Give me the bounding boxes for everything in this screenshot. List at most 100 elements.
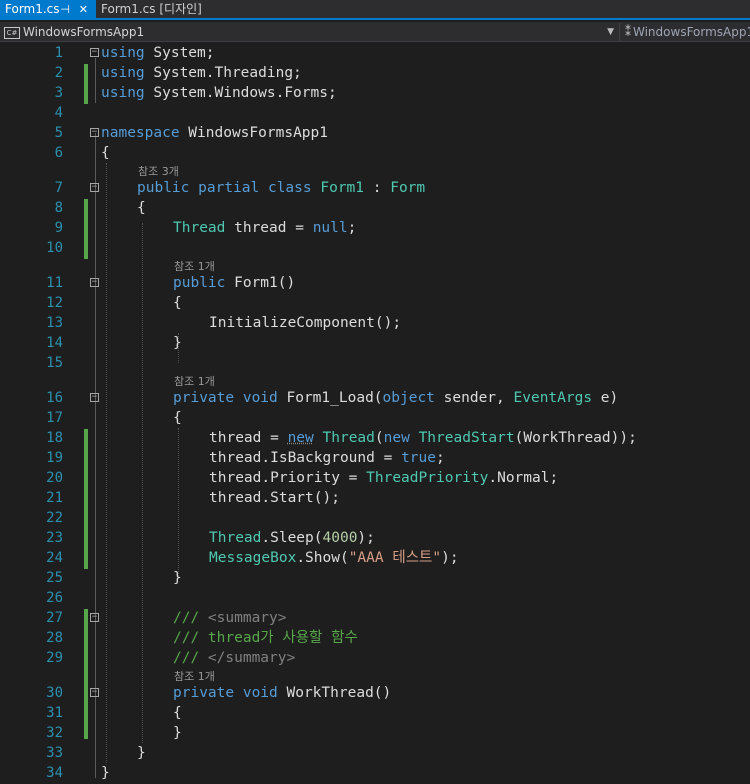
code-line: 29 /// </summary> — [0, 648, 750, 668]
line-number: 29 — [46, 650, 63, 666]
code-text: thread.Start(); — [209, 490, 340, 506]
line-number: 18 — [46, 430, 63, 446]
tab-label: Form1.cs [디자인] — [101, 2, 202, 16]
line-number: 6 — [54, 145, 63, 161]
code-text: using System.Windows.Forms; — [101, 85, 337, 101]
close-icon[interactable]: ✕ — [79, 0, 88, 19]
line-number: 25 — [46, 570, 63, 586]
code-text: public Form1() — [173, 275, 296, 291]
line-number: 13 — [46, 315, 63, 331]
code-line: 8 { — [0, 198, 750, 218]
fold-toggle-icon[interactable]: − — [90, 393, 99, 402]
line-number: 31 — [46, 705, 63, 721]
code-line: 14 } — [0, 333, 750, 353]
line-number: 23 — [46, 530, 63, 546]
code-text: } — [173, 570, 182, 586]
project-dropdown[interactable]: C# WindowsFormsApp1 ▼ — [0, 23, 620, 41]
code-text: } — [101, 765, 110, 781]
code-line: 4 — [0, 103, 750, 123]
codelens-references[interactable]: 참조 1개 — [0, 669, 750, 684]
pin-icon[interactable]: ⊣ — [60, 0, 70, 19]
code-text: } — [173, 335, 182, 351]
code-text: using System.Threading; — [101, 65, 302, 81]
codelens-references[interactable]: 참조 1개 — [0, 374, 750, 389]
code-text: thread.IsBackground = true; — [209, 450, 445, 466]
code-text: { — [137, 200, 146, 216]
line-number: 1 — [54, 45, 63, 61]
line-number: 17 — [46, 410, 63, 426]
line-number: 2 — [54, 65, 63, 81]
code-text: InitializeComponent(); — [209, 315, 402, 331]
project-name: WindowsFormsApp1 — [23, 25, 145, 39]
line-number: 27 — [46, 610, 63, 626]
code-line: 23 Thread.Sleep(4000); — [0, 528, 750, 548]
tab-form1-cs[interactable]: Form1.cs ⊣ ✕ — [0, 0, 96, 19]
code-line: 28 /// thread가 사용할 함수 — [0, 628, 750, 648]
code-line: 25 } — [0, 568, 750, 588]
line-number: 24 — [46, 550, 63, 566]
code-line: 30 − private void WorkThread() — [0, 683, 750, 703]
code-editor[interactable]: 참조 3개 참조 1개 참조 1개 참조 1개 1 − using System… — [0, 43, 750, 784]
code-text: Thread.Sleep(4000); — [209, 530, 375, 546]
type-name: WindowsFormsApp1 — [633, 25, 750, 39]
code-line: 10 — [0, 238, 750, 258]
code-text: { — [101, 145, 110, 161]
line-number: 10 — [46, 240, 63, 256]
code-text: { — [173, 705, 182, 721]
codelens-references[interactable]: 참조 1개 — [0, 259, 750, 274]
code-text: } — [137, 745, 146, 761]
code-line: 19 thread.IsBackground = true; — [0, 448, 750, 468]
codelens-references[interactable]: 참조 3개 — [0, 164, 750, 179]
fold-toggle-icon[interactable]: − — [90, 278, 99, 287]
line-number: 28 — [46, 630, 63, 646]
code-text: /// <summary> — [173, 610, 287, 626]
code-line: 16 − private void Form1_Load(object send… — [0, 388, 750, 408]
code-text: MessageBox.Show("AAA 테스트"); — [209, 550, 459, 566]
line-number: 8 — [54, 200, 63, 216]
line-number: 22 — [46, 510, 63, 526]
code-text: Thread thread = null; — [173, 220, 357, 236]
code-line: 24 MessageBox.Show("AAA 테스트"); — [0, 548, 750, 568]
line-number: 32 — [46, 725, 63, 741]
type-dropdown[interactable]: ⁑ WindowsFormsApp1 — [622, 23, 750, 41]
code-line: 31 { — [0, 703, 750, 723]
code-line: 11 − public Form1() — [0, 273, 750, 293]
line-number: 5 — [54, 125, 63, 141]
fold-toggle-icon[interactable]: − — [90, 613, 99, 622]
line-number: 11 — [46, 275, 63, 291]
line-number: 30 — [46, 685, 63, 701]
line-number: 15 — [46, 355, 63, 371]
code-line: 34 } — [0, 763, 750, 783]
code-line: 15 — [0, 353, 750, 373]
code-line: 33 } — [0, 743, 750, 763]
fold-toggle-icon[interactable]: − — [90, 48, 99, 57]
line-number: 7 — [54, 180, 63, 196]
code-line: 26 — [0, 588, 750, 608]
line-number: 34 — [46, 765, 63, 781]
tab-form1-designer[interactable]: Form1.cs [디자인] — [96, 0, 212, 19]
code-text: /// thread가 사용할 함수 — [173, 630, 358, 646]
code-text: { — [173, 295, 182, 311]
code-line: 1 − using System; — [0, 43, 750, 63]
code-line: 20 thread.Priority = ThreadPriority.Norm… — [0, 468, 750, 488]
line-number: 14 — [46, 335, 63, 351]
fold-toggle-icon[interactable]: − — [90, 128, 99, 137]
tab-label: Form1.cs — [5, 2, 60, 16]
code-text: private void WorkThread() — [173, 685, 392, 701]
code-text: /// </summary> — [173, 650, 296, 666]
code-text: thread = new Thread(new ThreadStart(Work… — [209, 430, 637, 446]
class-icon: ⁑ — [625, 25, 631, 39]
fold-toggle-icon[interactable]: − — [90, 183, 99, 192]
code-text: private void Form1_Load(object sender, E… — [173, 390, 619, 406]
code-line: 12 { — [0, 293, 750, 313]
fold-toggle-icon[interactable]: − — [90, 688, 99, 697]
code-line: 17 { — [0, 408, 750, 428]
code-line: 13 InitializeComponent(); — [0, 313, 750, 333]
csharp-project-icon: C# — [4, 26, 20, 39]
line-number: 26 — [46, 590, 63, 606]
code-line: 21 thread.Start(); — [0, 488, 750, 508]
document-tab-bar: Form1.cs ⊣ ✕ Form1.cs [디자인] — [0, 0, 750, 20]
line-number: 4 — [54, 105, 63, 121]
line-number: 20 — [46, 470, 63, 486]
code-line: 22 — [0, 508, 750, 528]
